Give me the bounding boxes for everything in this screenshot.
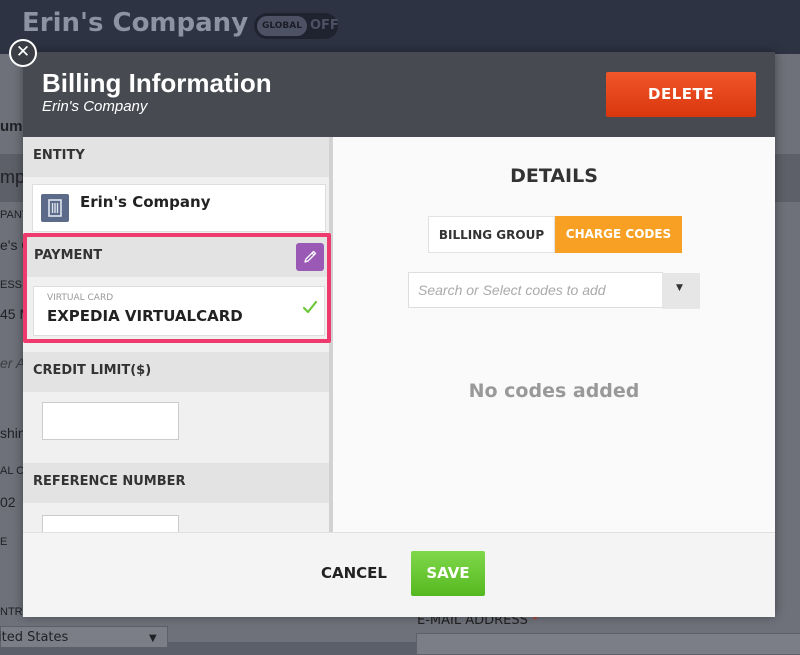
- payment-header-label: PAYMENT: [34, 248, 103, 263]
- check-icon: [302, 300, 318, 314]
- tab-charge-codes[interactable]: CHARGE CODES: [555, 216, 682, 253]
- billing-information-modal: Billing Information Erin's Company DELET…: [23, 52, 775, 617]
- delete-button[interactable]: DELETE: [606, 72, 756, 117]
- search-placeholder: Search or Select codes to add: [418, 282, 606, 298]
- modal-header: Billing Information Erin's Company DELET…: [23, 52, 775, 137]
- reference-number-section-header: REFERENCE NUMBER: [23, 463, 333, 503]
- global-toggle-label: GLOBAL: [257, 16, 307, 36]
- charge-codes-dropdown-button[interactable]: ▼: [662, 273, 700, 309]
- credit-limit-section-header: CREDIT LIMIT($): [23, 352, 333, 392]
- background-fragment: 02: [0, 494, 16, 510]
- edit-payment-button[interactable]: [296, 243, 324, 271]
- close-modal-button[interactable]: ✕: [9, 39, 37, 67]
- modal-title: Billing Information: [42, 68, 272, 98]
- global-toggle-state: OFF: [310, 18, 339, 33]
- entity-card[interactable]: Erin's Company: [32, 184, 326, 232]
- building-icon: [41, 194, 69, 222]
- details-tabs: BILLING GROUP CHARGE CODES: [428, 216, 682, 253]
- entity-header-label: ENTITY: [33, 148, 85, 163]
- entity-section-header: ENTITY: [23, 137, 333, 177]
- payment-type: VIRTUAL CARD: [47, 293, 114, 303]
- credit-limit-input[interactable]: [42, 402, 179, 440]
- background-header: Erin's Company GLOBAL OFF: [0, 0, 800, 54]
- background-fragment: ESS: [0, 279, 23, 291]
- chevron-down-icon: ▼: [149, 633, 157, 644]
- modal-footer: CANCEL SAVE: [23, 532, 775, 617]
- background-company-title: Erin's Company: [22, 8, 249, 38]
- payment-section: PAYMENT VIRTUAL CARD EXPEDIA VIRTUALCARD: [23, 233, 331, 343]
- reference-number-input[interactable]: [42, 515, 179, 532]
- modal-subtitle: Erin's Company: [42, 98, 148, 115]
- details-panel: DETAILS BILLING GROUP CHARGE CODES Searc…: [333, 137, 775, 532]
- pencil-icon: [304, 250, 317, 263]
- reference-number-label: REFERENCE NUMBER: [33, 474, 186, 489]
- background-fragment: E: [0, 536, 8, 548]
- payment-card[interactable]: VIRTUAL CARD EXPEDIA VIRTUALCARD: [33, 286, 325, 336]
- save-button[interactable]: SAVE: [411, 551, 485, 596]
- global-toggle[interactable]: GLOBAL OFF: [254, 13, 339, 39]
- payment-section-header: PAYMENT: [27, 237, 327, 277]
- details-title: DETAILS: [510, 165, 598, 187]
- country-select[interactable]: ited States ▼: [0, 626, 168, 648]
- no-codes-message: No codes added: [468, 380, 640, 402]
- charge-codes-search-input[interactable]: Search or Select codes to add: [408, 272, 663, 308]
- close-icon: ✕: [15, 42, 31, 62]
- email-input[interactable]: [416, 633, 800, 655]
- credit-limit-label: CREDIT LIMIT($): [33, 363, 152, 378]
- entity-name: Erin's Company: [80, 193, 211, 211]
- cancel-button[interactable]: CANCEL: [321, 564, 387, 582]
- payment-name: EXPEDIA VIRTUALCARD: [47, 307, 243, 325]
- chevron-down-icon: ▼: [676, 283, 683, 293]
- background-fragment: shin: [0, 425, 26, 441]
- country-value: ited States: [0, 630, 69, 645]
- tab-billing-group[interactable]: BILLING GROUP: [428, 216, 555, 253]
